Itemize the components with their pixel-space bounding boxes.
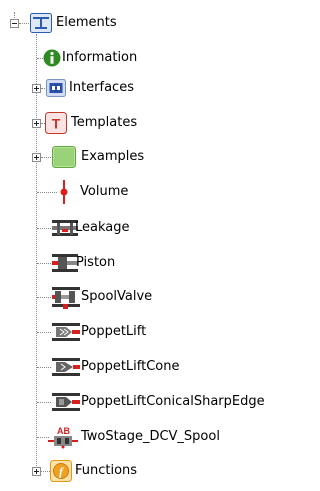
templates-icon: T bbox=[45, 112, 67, 134]
tree-node-poppetliftconicalsharpedge[interactable]: PoppetLiftConicalSharpEdge bbox=[0, 389, 299, 415]
tree-node-interfaces[interactable]: Interfaces bbox=[0, 75, 299, 101]
tree-node-twostage-dcv-spool[interactable]: AB TwoStage_DCV_Spool bbox=[0, 424, 299, 450]
tree-node-label: TwoStage_DCV_Spool bbox=[81, 429, 220, 444]
expand-toggle[interactable] bbox=[32, 153, 41, 162]
spoolvalve-icon bbox=[52, 287, 80, 309]
tree-node-label: Piston bbox=[76, 255, 116, 270]
tree-connector bbox=[37, 228, 51, 229]
poppetliftconicalsharpedge-icon bbox=[52, 393, 80, 411]
volume-icon bbox=[60, 180, 68, 204]
collapse-toggle[interactable] bbox=[10, 19, 19, 28]
tree-connector bbox=[19, 23, 29, 24]
tree-node-volume[interactable]: Volume bbox=[0, 179, 299, 205]
tree-node-label: Information bbox=[62, 50, 138, 65]
tree-connector bbox=[37, 263, 51, 264]
tree-node-label: Functions bbox=[75, 463, 138, 478]
tree-node-label: PoppetLiftConicalSharpEdge bbox=[81, 394, 265, 409]
elements-tree: Elements Information Interfaces T Templa… bbox=[0, 0, 299, 491]
expand-toggle[interactable] bbox=[32, 119, 41, 128]
tree-node-poppetliftcone[interactable]: PoppetLiftCone bbox=[0, 354, 299, 380]
poppetliftcone-icon bbox=[52, 358, 80, 376]
tree-connector bbox=[37, 192, 57, 193]
svg-text:AB: AB bbox=[57, 426, 70, 436]
tree-node-label: Templates bbox=[71, 115, 138, 130]
tree-node-poppetlift[interactable]: PoppetLift bbox=[0, 319, 299, 345]
elements-table-icon bbox=[30, 13, 52, 33]
examples-icon bbox=[52, 146, 76, 168]
interfaces-icon bbox=[46, 79, 66, 97]
tree-connector bbox=[37, 367, 51, 368]
expand-toggle[interactable] bbox=[32, 467, 41, 476]
tree-node-information[interactable]: Information bbox=[0, 45, 299, 71]
tree-node-label: Examples bbox=[81, 149, 145, 164]
tree-connector bbox=[41, 471, 50, 472]
twostage-dcv-spool-icon: AB bbox=[48, 426, 78, 449]
tree-node-functions[interactable]: f Functions bbox=[0, 458, 299, 484]
tree-node-label: Volume bbox=[80, 184, 129, 199]
tree-node-label: Leakage bbox=[75, 220, 130, 235]
tree-connector bbox=[41, 157, 51, 158]
tree-node-examples[interactable]: Examples bbox=[0, 144, 299, 170]
piston-icon bbox=[52, 254, 78, 272]
tree-node-templates[interactable]: T Templates bbox=[0, 110, 299, 136]
tree-node-elements[interactable]: Elements bbox=[0, 10, 299, 36]
tree-node-leakage[interactable]: Leakage bbox=[0, 215, 299, 241]
tree-node-piston[interactable]: Piston bbox=[0, 250, 299, 276]
poppetlift-icon bbox=[52, 323, 80, 341]
tree-node-spoolvalve[interactable]: SpoolValve bbox=[0, 284, 299, 310]
info-icon bbox=[43, 49, 61, 67]
tree-node-label: PoppetLift bbox=[81, 324, 147, 339]
tree-connector bbox=[37, 297, 51, 298]
expand-toggle[interactable] bbox=[32, 84, 41, 93]
tree-connector bbox=[37, 332, 51, 333]
functions-icon: f bbox=[50, 460, 72, 482]
tree-connector bbox=[37, 402, 51, 403]
tree-connector bbox=[41, 88, 45, 89]
svg-text:T: T bbox=[52, 116, 61, 132]
tree-node-label: Interfaces bbox=[69, 80, 134, 95]
tree-node-label: SpoolValve bbox=[81, 289, 153, 304]
tree-node-label: Elements bbox=[56, 15, 117, 30]
tree-node-label: PoppetLiftCone bbox=[81, 359, 180, 374]
